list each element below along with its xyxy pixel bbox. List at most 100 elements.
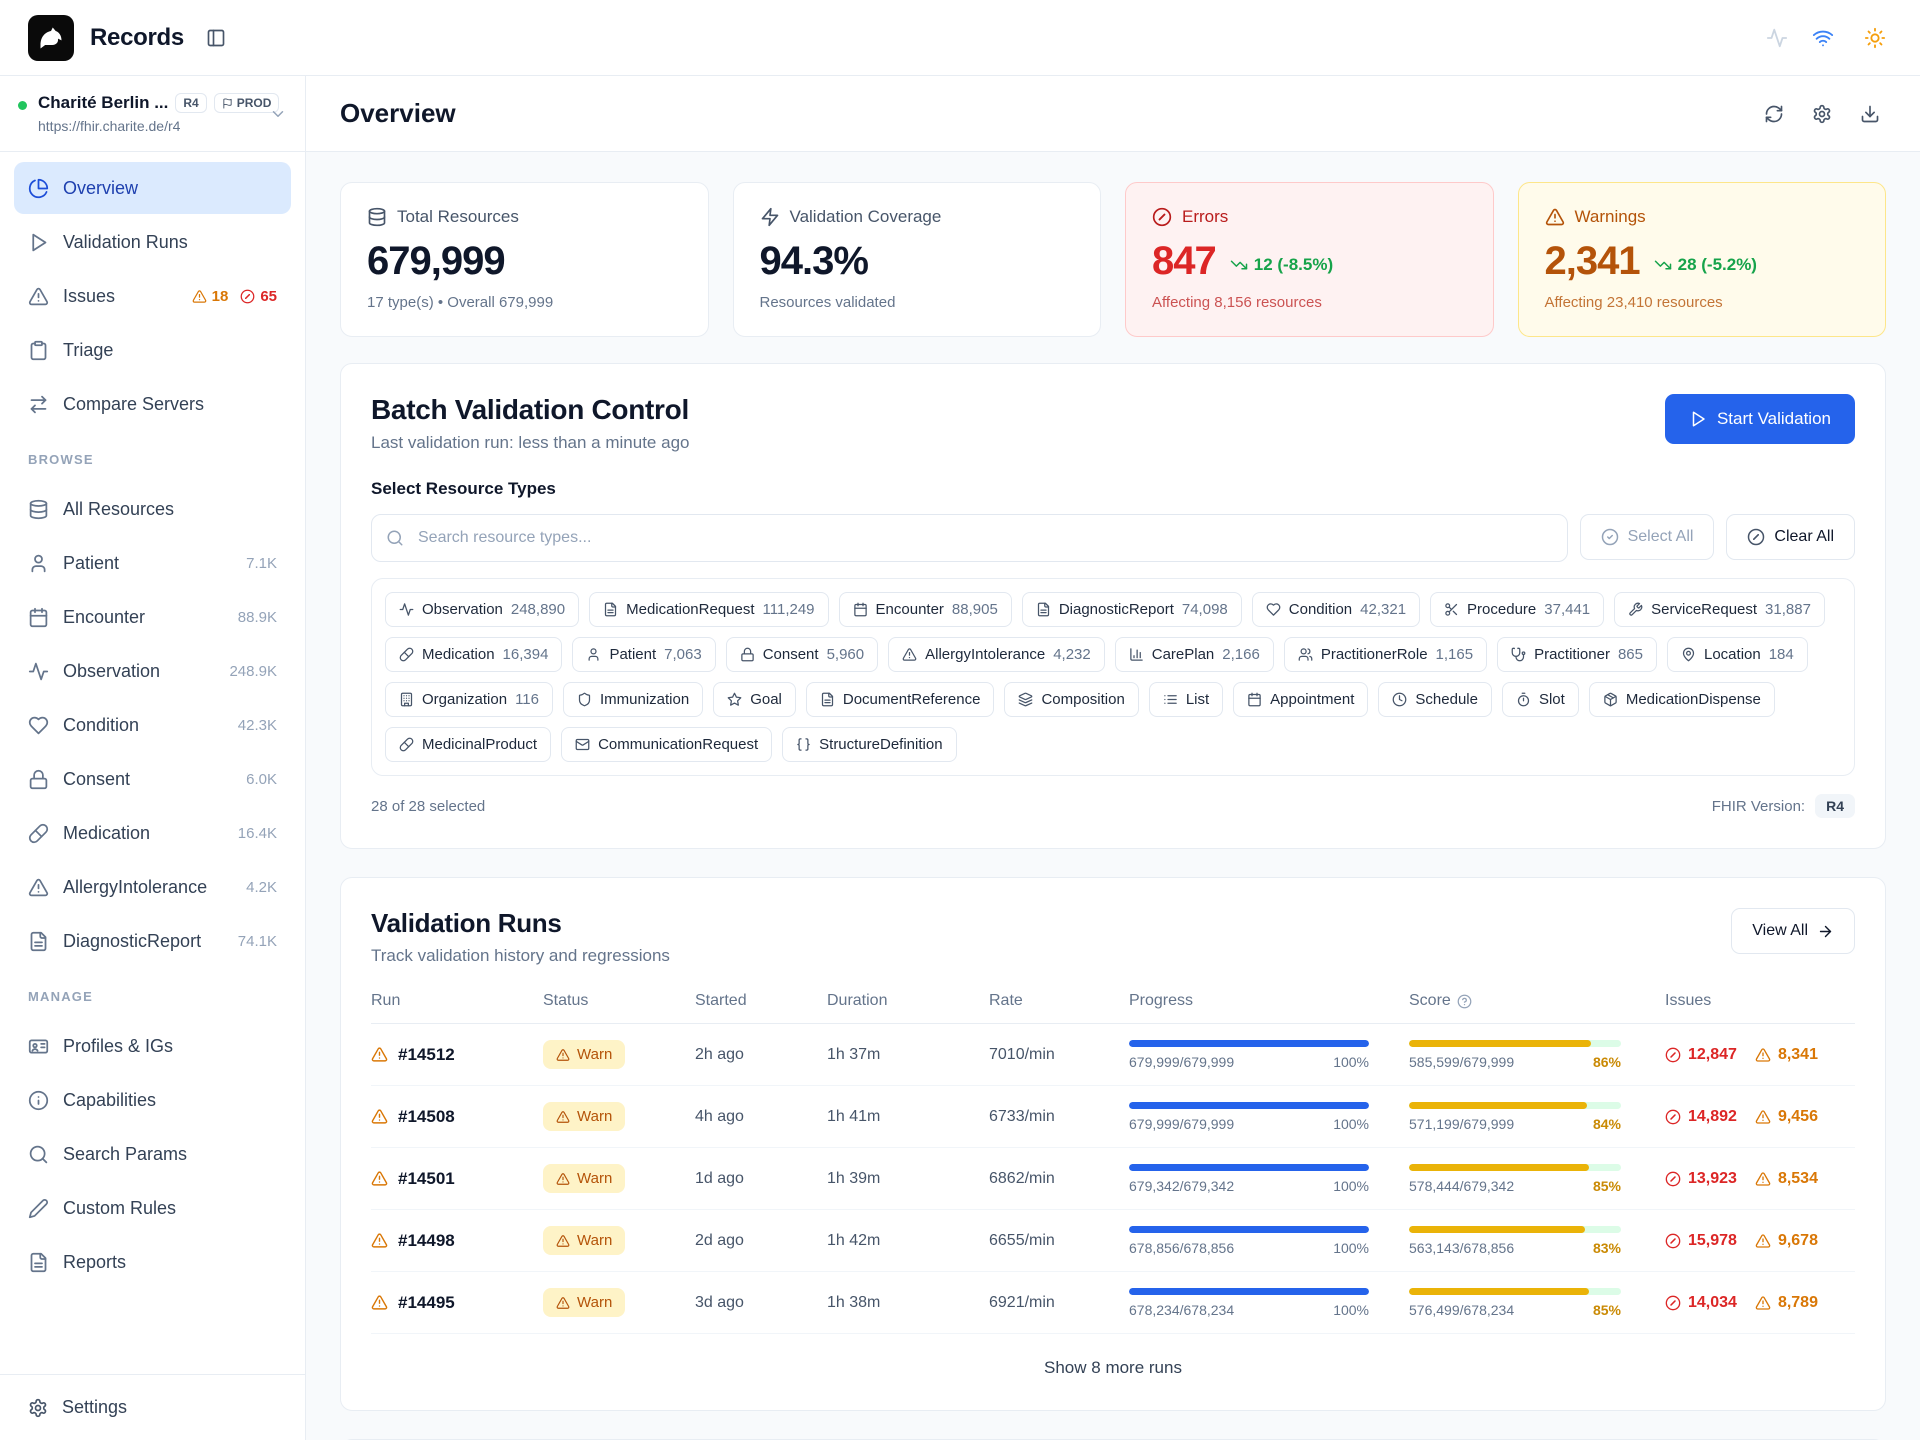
chip-encounter[interactable]: Encounter 88,905 [839,592,1012,627]
chip-practitionerrole[interactable]: PractitionerRole 1,165 [1284,637,1487,672]
chip-communicationrequest[interactable]: CommunicationRequest [561,727,772,762]
sidebar-item-profiles-igs[interactable]: Profiles & IGs [14,1020,291,1072]
clear-all-button[interactable]: Clear All [1726,514,1855,560]
status-badge: Warn [543,1164,625,1193]
chip-allergyintolerance[interactable]: AllergyIntolerance 4,232 [888,637,1105,672]
view-all-button[interactable]: View All [1731,908,1855,954]
sidebar-item-search-params[interactable]: Search Params [14,1128,291,1180]
chip-composition[interactable]: Composition [1004,682,1138,717]
sidebar-item-triage[interactable]: Triage [14,324,291,376]
refresh-icon [1764,104,1784,124]
run-row[interactable]: #14508 Warn 4h ago 1h 41m 6733/min 679,9… [371,1086,1855,1148]
stat-card-total-resources: Total Resources 679,999 17 type(s) • Ove… [340,182,709,337]
app-title: Records [90,24,184,52]
resource-type-search-input[interactable] [371,514,1568,562]
chip-servicerequest[interactable]: ServiceRequest 31,887 [1614,592,1825,627]
alert-triangle-icon [371,1294,388,1311]
sidebar-item-condition[interactable]: Condition 42.3K [14,699,291,751]
chip-schedule[interactable]: Schedule [1378,682,1492,717]
run-id: #14508 [398,1107,455,1127]
score-pct: 83% [1593,1240,1621,1256]
page-header: Overview [306,76,1920,152]
progress-bar [1129,1102,1369,1109]
sidebar-item-overview[interactable]: Overview [14,162,291,214]
sidebar-item-validation-runs[interactable]: Validation Runs [14,216,291,268]
chip-consent[interactable]: Consent 5,960 [726,637,878,672]
alert-triangle-icon [1755,1233,1771,1249]
pill-icon [28,823,49,844]
progress-pct: 100% [1333,1054,1369,1070]
chip-medicationrequest[interactable]: MedicationRequest 111,249 [589,592,828,627]
resource-type-chips: Observation 248,890 MedicationRequest 11… [371,578,1855,776]
sidebar-item-diagnosticreport[interactable]: DiagnosticReport 74.1K [14,915,291,967]
run-row[interactable]: #14512 Warn 2h ago 1h 37m 7010/min 679,9… [371,1024,1855,1086]
start-validation-button[interactable]: Start Validation [1665,394,1855,444]
sidebar-item-medication[interactable]: Medication 16.4K [14,807,291,859]
score-pct: 84% [1593,1116,1621,1132]
chip-practitioner[interactable]: Practitioner 865 [1497,637,1657,672]
run-started: 2d ago [695,1232,827,1250]
help-circle-icon[interactable] [1457,994,1472,1009]
chip-list[interactable]: List [1149,682,1223,717]
chip-medicationdispense[interactable]: MedicationDispense [1589,682,1775,717]
error-issue-count: 14,034 [1665,1294,1737,1312]
chip-documentreference[interactable]: DocumentReference [806,682,995,717]
chip-patient[interactable]: Patient 7,063 [572,637,715,672]
sidebar-item-all-resources[interactable]: All Resources [14,483,291,535]
sidebar-item-patient[interactable]: Patient 7.1K [14,537,291,589]
sidebar-item-capabilities[interactable]: Capabilities [14,1074,291,1126]
chip-careplan[interactable]: CarePlan 2,166 [1115,637,1274,672]
select-all-button[interactable]: Select All [1580,514,1715,560]
resource-count: 74.1K [238,933,277,950]
sidebar-toggle-button[interactable] [200,22,232,54]
chip-slot[interactable]: Slot [1502,682,1579,717]
run-progress: 679,999/679,999100% [1129,1102,1409,1132]
chip-observation[interactable]: Observation 248,890 [385,592,579,627]
sidebar-item-observation[interactable]: Observation 248.9K [14,645,291,697]
server-selector[interactable]: Charité Berlin ... R4 PROD https://fhir.… [0,76,305,152]
sidebar-item-reports[interactable]: Reports [14,1236,291,1288]
sidebar-item-allergyintolerance[interactable]: AllergyIntolerance 4.2K [14,861,291,913]
activity-icon [28,661,49,682]
topbar: Records [0,0,1920,76]
run-row[interactable]: #14495 Warn 3d ago 1h 38m 6921/min 678,2… [371,1272,1855,1334]
column-header-status: Status [543,992,695,1010]
chip-condition[interactable]: Condition 42,321 [1252,592,1420,627]
batch-title: Batch Validation Control [371,394,689,426]
panel-left-icon [206,28,226,48]
chevron-down-icon [269,105,287,123]
chip-appointment[interactable]: Appointment [1233,682,1368,717]
settings-button[interactable] [1806,98,1838,130]
chip-goal[interactable]: Goal [713,682,796,717]
sidebar-item-custom-rules[interactable]: Custom Rules [14,1182,291,1234]
run-row[interactable]: #14501 Warn 1d ago 1h 39m 6862/min 679,3… [371,1148,1855,1210]
chip-medicinalproduct[interactable]: MedicinalProduct [385,727,551,762]
show-more-runs-button[interactable]: Show 8 more runs [371,1334,1855,1380]
run-rate: 6921/min [989,1294,1129,1312]
chip-structuredefinition[interactable]: StructureDefinition [782,727,956,762]
run-row[interactable]: #14498 Warn 2d ago 1h 42m 6655/min 678,8… [371,1210,1855,1272]
chip-location[interactable]: Location 184 [1667,637,1808,672]
sidebar-item-compare-servers[interactable]: Compare Servers [14,378,291,430]
calendar-icon [28,607,49,628]
download-button[interactable] [1854,98,1886,130]
chip-diagnosticreport[interactable]: DiagnosticReport 74,098 [1022,592,1242,627]
sidebar-item-issues[interactable]: Issues 1865 [14,270,291,322]
pill-icon [399,737,414,752]
sidebar-item-encounter[interactable]: Encounter 88.9K [14,591,291,643]
refresh-button[interactable] [1758,98,1790,130]
resource-count: 248.9K [229,663,277,680]
chip-immunization[interactable]: Immunization [563,682,703,717]
sidebar-item-consent[interactable]: Consent 6.0K [14,753,291,805]
fhir-version-badge: R4 [1815,794,1855,818]
browse-heading: BROWSE [0,434,305,473]
run-id: #14495 [398,1293,455,1313]
theme-toggle-button[interactable] [1858,21,1892,55]
chip-medication[interactable]: Medication 16,394 [385,637,562,672]
info-icon [28,1090,49,1111]
sidebar-item-settings[interactable]: Settings [0,1374,305,1440]
chip-organization[interactable]: Organization 116 [385,682,553,717]
column-header-issues: Issues [1665,992,1855,1010]
stat-label: Errors [1182,207,1228,227]
chip-procedure[interactable]: Procedure 37,441 [1430,592,1604,627]
